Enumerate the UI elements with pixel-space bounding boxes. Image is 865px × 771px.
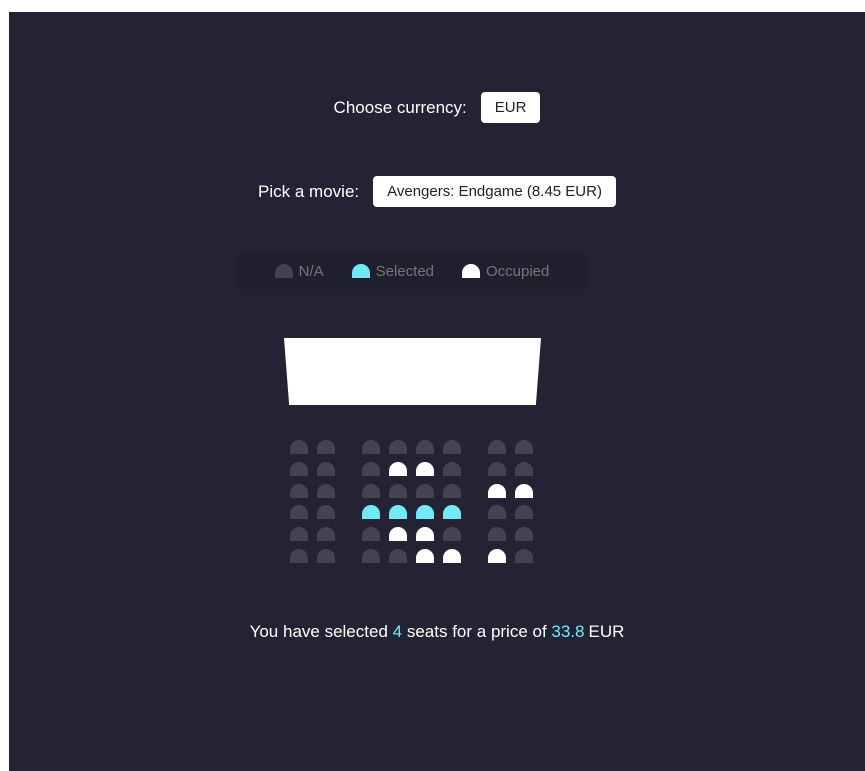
legend-na-label: N/A xyxy=(298,262,324,280)
seat-selected[interactable] xyxy=(389,505,407,520)
seat-na[interactable] xyxy=(362,548,380,563)
seat-na[interactable] xyxy=(443,461,461,476)
seat-na[interactable] xyxy=(290,483,308,498)
seat-na[interactable] xyxy=(317,440,335,454)
seat-selected-icon xyxy=(351,264,370,278)
seat-na[interactable] xyxy=(443,527,461,542)
seat-na[interactable] xyxy=(443,483,461,498)
seat-na[interactable] xyxy=(416,483,434,498)
seat-na[interactable] xyxy=(290,548,308,563)
summary-middle: seats for a price of xyxy=(406,622,547,641)
seat-na[interactable] xyxy=(488,527,506,542)
seat-na[interactable] xyxy=(488,440,506,454)
movie-row: Pick a movie: Avengers: Endgame (8.45 EU… xyxy=(9,176,865,207)
seat-na[interactable] xyxy=(515,548,533,563)
seat-row xyxy=(290,505,542,520)
legend-selected-label: Selected xyxy=(375,262,434,280)
seat-na[interactable] xyxy=(290,527,308,542)
seat-row xyxy=(290,548,542,563)
movie-label: Pick a movie: xyxy=(258,181,360,201)
seat-row xyxy=(290,527,542,542)
seat-na[interactable] xyxy=(362,483,380,498)
seat-na[interactable] xyxy=(389,483,407,498)
seat-na[interactable] xyxy=(362,527,380,542)
seat-row xyxy=(290,483,542,498)
legend-selected: Selected xyxy=(351,262,434,280)
total-price: 33.8 xyxy=(551,622,585,641)
seat-selected[interactable] xyxy=(362,505,380,520)
seat-occupied xyxy=(389,527,407,542)
seat-na[interactable] xyxy=(317,483,335,498)
seat-legend: N/A Selected Occupied xyxy=(236,253,588,289)
selection-summary: You have selected 4 seats for a price of… xyxy=(9,622,865,642)
cinema-screen xyxy=(284,338,541,405)
seat-na[interactable] xyxy=(389,548,407,563)
seat-occupied xyxy=(488,548,506,563)
seat-occupied xyxy=(488,483,506,498)
seat-na[interactable] xyxy=(515,527,533,542)
seat-na[interactable] xyxy=(416,440,434,454)
seat-occupied xyxy=(443,548,461,563)
seat-occupied xyxy=(416,527,434,542)
currency-select[interactable]: EUR xyxy=(480,92,541,123)
seat-na[interactable] xyxy=(488,461,506,476)
seat-row xyxy=(290,461,542,476)
seat-selected[interactable] xyxy=(443,505,461,520)
seat-na[interactable] xyxy=(290,461,308,476)
seat-occupied-icon xyxy=(462,264,480,278)
legend-occupied: Occupied xyxy=(462,263,549,280)
seat-occupied xyxy=(416,461,434,476)
seat-na[interactable] xyxy=(389,440,407,454)
seat-occupied xyxy=(389,461,407,476)
seat-na[interactable] xyxy=(317,461,335,476)
seat-row xyxy=(290,440,542,454)
seat-na[interactable] xyxy=(515,461,533,476)
currency-row: Choose currency: EUR xyxy=(9,92,865,123)
selected-count: 4 xyxy=(392,622,403,641)
seat-selected[interactable] xyxy=(416,505,434,520)
seat-na[interactable] xyxy=(317,527,335,542)
seat-na-icon xyxy=(274,264,293,278)
seat-na[interactable] xyxy=(515,440,533,454)
seat-na[interactable] xyxy=(290,440,308,454)
seat-na[interactable] xyxy=(362,440,380,454)
seat-na[interactable] xyxy=(488,505,506,520)
movie-select[interactable]: Avengers: Endgame (8.45 EUR) xyxy=(373,176,616,207)
seat-na[interactable] xyxy=(362,461,380,476)
seat-occupied xyxy=(515,483,533,498)
seat-na[interactable] xyxy=(515,505,533,520)
summary-currency: EUR xyxy=(588,622,625,641)
legend-occupied-label: Occupied xyxy=(486,262,550,280)
seat-occupied xyxy=(416,548,434,563)
seat-na[interactable] xyxy=(290,505,308,520)
legend-na: N/A xyxy=(274,262,324,280)
movie-booking-app: Choose currency: EUR Pick a movie: Aveng… xyxy=(9,12,865,771)
summary-prefix: You have selected xyxy=(249,622,388,641)
currency-label: Choose currency: xyxy=(333,97,467,117)
seat-na[interactable] xyxy=(317,505,335,520)
seat-map xyxy=(290,440,542,571)
seat-na[interactable] xyxy=(317,548,335,563)
seat-na[interactable] xyxy=(443,440,461,454)
